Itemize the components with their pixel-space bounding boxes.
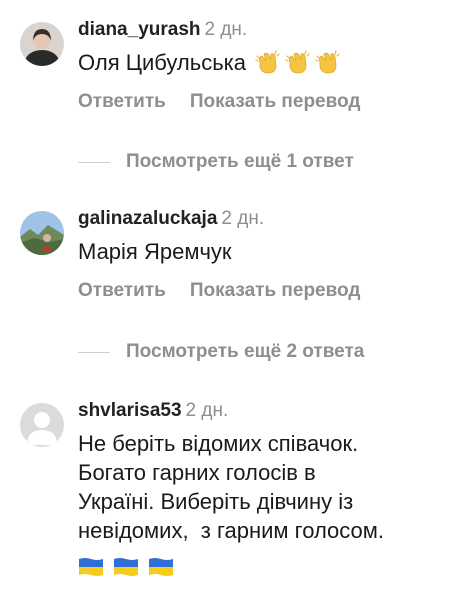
avatar[interactable] [20,22,64,66]
view-replies-button[interactable]: Посмотреть ещё 2 ответа [78,341,364,365]
reply-button[interactable]: Ответить [78,91,166,112]
comment-content: shvlarisa53 2 дн. Не беріть відомих співа… [78,399,466,577]
comment-time: 2 дн. [204,19,248,40]
comment-actions: Ответить Показать перевод [78,280,466,302]
comment-meta: galinazaluckaja 2 дн. [78,207,466,231]
divider-line [78,161,110,163]
comment-text: Оля Цибульська [78,48,466,77]
show-translation-button[interactable]: Показать перевод [190,280,361,301]
profile-photo-icon [20,211,64,255]
avatar[interactable] [20,211,64,255]
comment-actions: Ответить Показать перевод [78,91,466,113]
comment-text-line: Україні. Виберіть дівчину із [78,489,354,514]
ukraine-flag-icon [148,555,174,577]
clapping-hands-icon [254,48,282,76]
comment-time: 2 дн. [185,400,229,421]
comment-text: Марія Яремчук [78,237,466,266]
comment-username[interactable]: shvlarisa53 [78,400,182,421]
divider-line [78,351,110,353]
clapping-hands-icon [314,48,342,76]
comment-text-line: невідомих, з гарним голосом. [78,518,385,543]
comment-meta: diana_yurash 2 дн. [78,18,466,42]
comment-meta: shvlarisa53 2 дн. [78,399,466,423]
view-replies-label: Посмотреть ещё 1 ответ [126,151,354,172]
reply-button[interactable]: Ответить [78,280,166,301]
comment-text-body: Оля Цибульська [78,50,247,75]
view-replies-button[interactable]: Посмотреть ещё 1 ответ [78,151,354,175]
comment-time: 2 дн. [221,208,265,229]
comment-username[interactable]: diana_yurash [78,19,201,40]
clapping-hands-icon [284,48,312,76]
comment-text-line: Не беріть відомих співачок. [78,431,359,456]
default-avatar-icon [20,403,64,447]
comment-text-body: Марія Яремчук [78,239,232,264]
comment-text: Не беріть відомих співачок. Богато гарни… [78,429,466,577]
comment-content: diana_yurash 2 дн. Оля Цибульська Ответит… [78,18,466,113]
view-replies-label: Посмотреть ещё 2 ответа [126,341,365,362]
ukraine-flag-icon [78,555,104,577]
profile-photo-icon [20,22,64,66]
show-translation-button[interactable]: Показать перевод [190,91,361,112]
ukraine-flag-icon [113,555,139,577]
comment-username[interactable]: galinazaluckaja [78,208,217,229]
emoji-row [78,549,466,577]
avatar[interactable] [20,403,64,447]
comment-content: galinazaluckaja 2 дн. Марія Яремчук Ответ… [78,207,466,302]
comment-text-line: Богато гарних голосів в [78,460,316,485]
